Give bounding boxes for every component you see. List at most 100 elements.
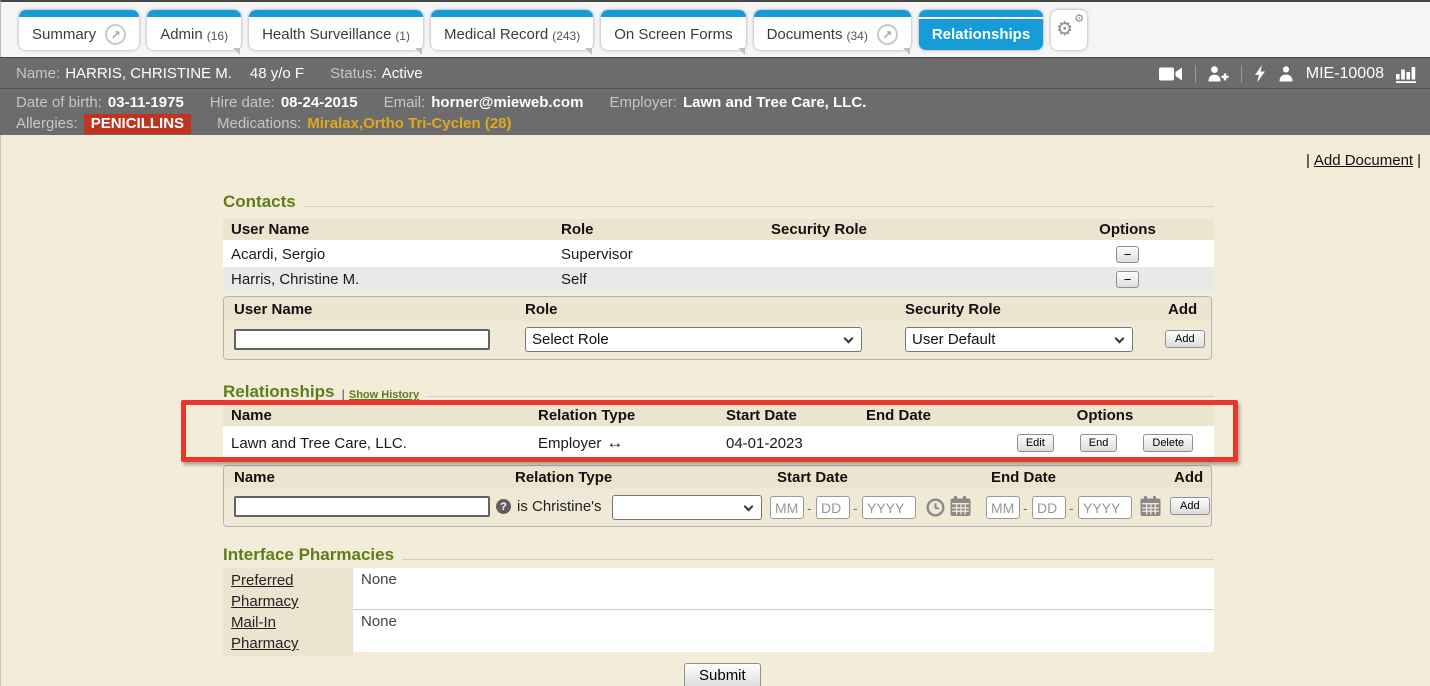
tab-menu-corner-icon [415,48,422,55]
email-value: horner@mieweb.com [431,94,583,111]
help-icon[interactable]: ? [496,499,511,514]
bar-chart-icon[interactable] [1396,65,1418,83]
bidirectional-arrow-icon: ↔ [606,433,623,452]
col-start-date: Start Date [770,469,987,486]
tab-menu-corner-icon [903,48,910,55]
edit-relationship-button[interactable]: Edit [1017,434,1054,452]
remove-contact-button[interactable]: − [1116,271,1140,288]
lightning-icon[interactable] [1254,65,1266,83]
add-person-icon[interactable] [1208,66,1229,82]
pharmacies-table: Preferred Pharmacy None Mail-In Pharmacy… [223,568,1214,652]
col-add: Add [1174,469,1211,486]
pipe: | [1306,152,1310,169]
settings-button[interactable]: ⚙ ⚙ [1051,10,1087,50]
patient-banner: Name: HARRIS, CHRISTINE M. 48 y/o F Stat… [0,57,1430,88]
tab-label: Medical Record [444,26,548,43]
email-label: Email: [384,94,426,111]
name-label: Name: [16,65,60,82]
tab-label: Summary [32,26,96,43]
show-history-link[interactable]: Show History [349,389,419,401]
start-day-input[interactable] [816,496,850,519]
tab-on-screen-forms[interactable]: On Screen Forms [601,10,745,50]
pharmacies-title: Interface Pharmacies [223,545,394,565]
remove-contact-button[interactable]: − [1116,246,1140,263]
clock-icon[interactable] [926,498,945,517]
end-year-input[interactable] [1078,496,1132,519]
medications-label: Medications: [217,115,301,132]
add-document-link[interactable]: Add Document [1314,152,1413,169]
hire-date-value: 08-24-2015 [281,94,358,111]
relationships-title: Relationships [223,382,334,402]
tab-health-surveillance[interactable]: Health Surveillance (1) [249,10,423,50]
contacts-title: Contacts [223,192,296,212]
end-relationship-button[interactable]: End [1080,434,1118,452]
end-month-input[interactable] [986,496,1020,519]
tab-label: On Screen Forms [614,26,732,43]
col-end-date: End Date [866,407,996,424]
tab-count: (34) [846,27,867,43]
start-month-input[interactable] [770,496,804,519]
mail-in-pharmacy-link[interactable]: Mail-In Pharmacy [231,614,299,652]
relation-type-select[interactable] [612,495,762,520]
tab-admin[interactable]: Admin (16) [147,10,241,50]
calendar-icon[interactable] [1140,496,1161,517]
divider [1195,65,1196,83]
tab-count: (16) [207,27,228,43]
pharmacies-section-header: Interface Pharmacies [223,545,1218,565]
contacts-table-header: User Name Role Security Role Options [223,219,1214,242]
add-document-wrap: |Add Document| [1306,152,1421,169]
dob-label: Date of birth: [16,94,102,111]
add-contact-button[interactable]: Add [1165,330,1205,348]
patient-name: HARRIS, CHRISTINE M. [65,65,232,82]
medication-link[interactable]: Miralax [307,115,359,132]
calendar-icon[interactable] [950,496,971,517]
col-role: Role [520,301,900,318]
relationship-name-input[interactable] [234,496,490,517]
patient-details-banner: Date of birth: 03-11-1975 Hire date: 08-… [0,88,1430,135]
contact-user-name-input[interactable] [234,329,490,350]
tab-medical-record[interactable]: Medical Record (243) [431,10,593,50]
tab-bar: Summary ↗ Admin (16) Health Surveillance… [0,0,1430,57]
employer-value: Lawn and Tree Care, LLC. [683,94,866,111]
relationship-type: Employer↔ [538,433,726,453]
medication-link[interactable]: Ortho Tri-Cyclen (28) [363,115,511,132]
col-add: Add [1160,301,1211,318]
popout-icon[interactable]: ↗ [105,24,126,45]
tab-label: Relationships [932,26,1030,43]
add-contact-panel: User Name Role Security Role Add Select … [223,296,1212,360]
col-end-date: End Date [987,469,1174,486]
contact-user: Harris, Christine M. [223,271,561,288]
contact-row: Harris, Christine M. Self − [223,267,1214,292]
col-name: Name [223,407,538,424]
date-separator: - [853,500,858,516]
banner-icon-group: MIE-10008 [1159,58,1418,89]
submit-button[interactable]: Submit [684,663,761,686]
delete-relationship-button[interactable]: Delete [1143,434,1193,452]
contact-security-role-select[interactable]: User Default [905,327,1133,352]
start-year-input[interactable] [862,496,916,519]
video-call-icon[interactable] [1159,66,1183,82]
preferred-pharmacy-link[interactable]: Preferred Pharmacy [231,572,299,610]
tab-documents[interactable]: Documents (34) ↗ [754,10,911,50]
contact-role-select[interactable]: Select Role [525,327,862,352]
add-relationship-button[interactable]: Add [1170,497,1210,515]
allergy-badge[interactable]: PENICILLINS [84,114,191,134]
tab-relationships[interactable]: Relationships [919,10,1043,50]
relationships-table-header: Name Relation Type Start Date End Date O… [223,405,1214,428]
relationships-section-header: Relationships | Show History [223,382,1218,402]
preferred-pharmacy-value: None [353,568,1214,614]
person-icon[interactable] [1278,66,1294,82]
col-security-role: Security Role [900,301,1160,318]
popout-icon[interactable]: ↗ [877,24,898,45]
date-separator: - [1023,500,1028,516]
webchart-app: Summary ↗ Admin (16) Health Surveillance… [0,0,1430,686]
chevron-down-icon [1115,334,1125,344]
role-select-value: Select Role [532,331,609,348]
add-relationship-header: Name Relation Type Start Date End Date A… [224,466,1211,488]
end-day-input[interactable] [1032,496,1066,519]
pipe: | [1417,152,1421,169]
tab-count: (1) [395,27,410,43]
col-name: Name [224,469,506,486]
tab-summary[interactable]: Summary ↗ [19,10,139,50]
relationship-name: Lawn and Tree Care, LLC. [223,435,538,452]
